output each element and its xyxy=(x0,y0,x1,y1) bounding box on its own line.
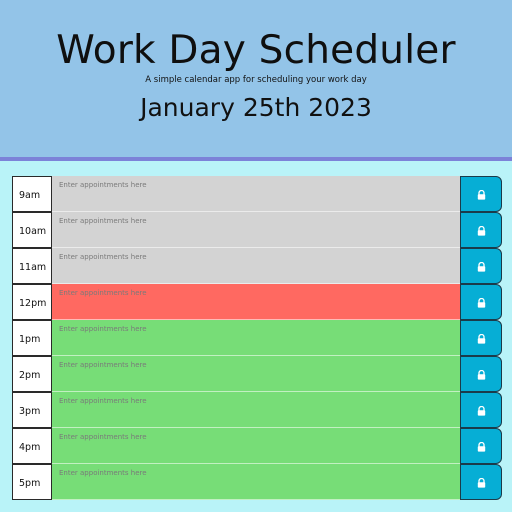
appointment-input[interactable] xyxy=(52,356,460,392)
time-block-row: 2pm xyxy=(12,356,502,392)
page-header: Work Day Scheduler A simple calendar app… xyxy=(0,0,512,158)
lock-icon xyxy=(477,334,486,344)
hour-label: 2pm xyxy=(12,356,52,392)
time-block-row: 12pm xyxy=(12,284,502,320)
time-block-row: 3pm xyxy=(12,392,502,428)
appointment-input[interactable] xyxy=(52,428,460,464)
save-button[interactable] xyxy=(460,248,502,284)
lock-icon xyxy=(477,298,486,308)
hour-label: 9am xyxy=(12,176,52,212)
hour-text: 4pm xyxy=(19,442,41,453)
time-block-row: 9am xyxy=(12,176,502,212)
appointment-input[interactable] xyxy=(52,212,460,248)
lock-icon xyxy=(477,370,486,380)
save-button[interactable] xyxy=(460,392,502,428)
hour-text: 11am xyxy=(19,262,47,273)
save-button[interactable] xyxy=(460,320,502,356)
page-subtitle: A simple calendar app for scheduling you… xyxy=(145,75,367,85)
hour-text: 9am xyxy=(19,190,41,201)
hour-label: 10am xyxy=(12,212,52,248)
lock-icon xyxy=(477,406,486,416)
lock-icon xyxy=(477,190,486,200)
time-block-row: 4pm xyxy=(12,428,502,464)
lock-icon xyxy=(477,226,486,236)
save-button[interactable] xyxy=(460,428,502,464)
hour-text: 3pm xyxy=(19,406,41,417)
lock-icon xyxy=(477,478,486,488)
hour-label: 5pm xyxy=(12,464,52,500)
appointment-input[interactable] xyxy=(52,464,460,500)
save-button[interactable] xyxy=(460,212,502,248)
save-button[interactable] xyxy=(460,284,502,320)
save-button[interactable] xyxy=(460,356,502,392)
hour-text: 12pm xyxy=(19,298,47,309)
time-block-row: 1pm xyxy=(12,320,502,356)
hour-label: 1pm xyxy=(12,320,52,356)
hour-label: 11am xyxy=(12,248,52,284)
hour-text: 10am xyxy=(19,226,47,237)
time-block-row: 10am xyxy=(12,212,502,248)
lock-icon xyxy=(477,442,486,452)
page-title: Work Day Scheduler xyxy=(56,28,456,73)
hour-label: 4pm xyxy=(12,428,52,464)
appointment-input[interactable] xyxy=(52,176,460,212)
hour-label: 3pm xyxy=(12,392,52,428)
hour-text: 1pm xyxy=(19,334,41,345)
time-block-row: 5pm xyxy=(12,464,502,500)
header-divider xyxy=(0,157,512,161)
current-date: January 25th 2023 xyxy=(140,93,372,122)
hour-label: 12pm xyxy=(12,284,52,320)
save-button[interactable] xyxy=(460,464,502,500)
time-block-row: 11am xyxy=(12,248,502,284)
appointment-input[interactable] xyxy=(52,320,460,356)
hour-text: 2pm xyxy=(19,370,41,381)
appointment-input[interactable] xyxy=(52,392,460,428)
hour-text: 5pm xyxy=(19,478,41,489)
appointment-input[interactable] xyxy=(52,248,460,284)
lock-icon xyxy=(477,262,486,272)
save-button[interactable] xyxy=(460,176,502,212)
appointment-input[interactable] xyxy=(52,284,460,320)
